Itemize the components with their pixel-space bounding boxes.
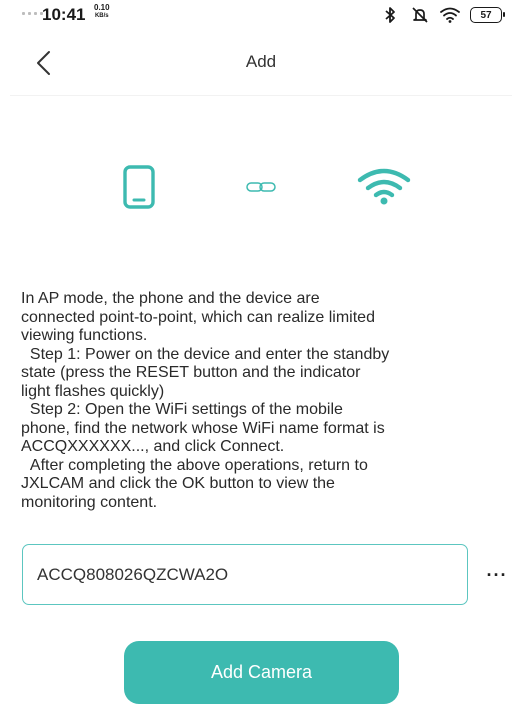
network-speed: 0.10 KB/s bbox=[94, 4, 110, 20]
network-speed-value: 0.10 bbox=[94, 3, 110, 12]
phone-icon bbox=[123, 165, 155, 214]
connection-illustration bbox=[0, 160, 522, 220]
ap-mode-instructions: In AP mode, the phone and the device are… bbox=[21, 290, 390, 511]
battery-icon: 57 bbox=[470, 7, 505, 23]
wifi-icon bbox=[357, 168, 411, 211]
mute-icon bbox=[410, 5, 430, 25]
header: Add bbox=[0, 36, 522, 90]
battery-level: 57 bbox=[480, 9, 492, 21]
signal-strength-icon bbox=[22, 12, 43, 15]
page-title: Add bbox=[245, 52, 277, 71]
header-divider bbox=[10, 95, 512, 96]
bluetooth-icon bbox=[380, 5, 400, 25]
add-camera-button[interactable]: Add Camera bbox=[124, 641, 399, 704]
status-bar: 10:41 0.10 KB/s 57 bbox=[0, 0, 522, 30]
status-icons: 57 bbox=[380, 5, 505, 25]
status-time: 10:41 bbox=[42, 5, 86, 24]
wifi-name-input[interactable] bbox=[22, 544, 468, 605]
wifi-icon bbox=[440, 5, 460, 25]
more-options-button[interactable]: ··· bbox=[482, 562, 512, 588]
link-icon bbox=[246, 180, 276, 199]
network-speed-unit: KB/s bbox=[94, 13, 109, 19]
